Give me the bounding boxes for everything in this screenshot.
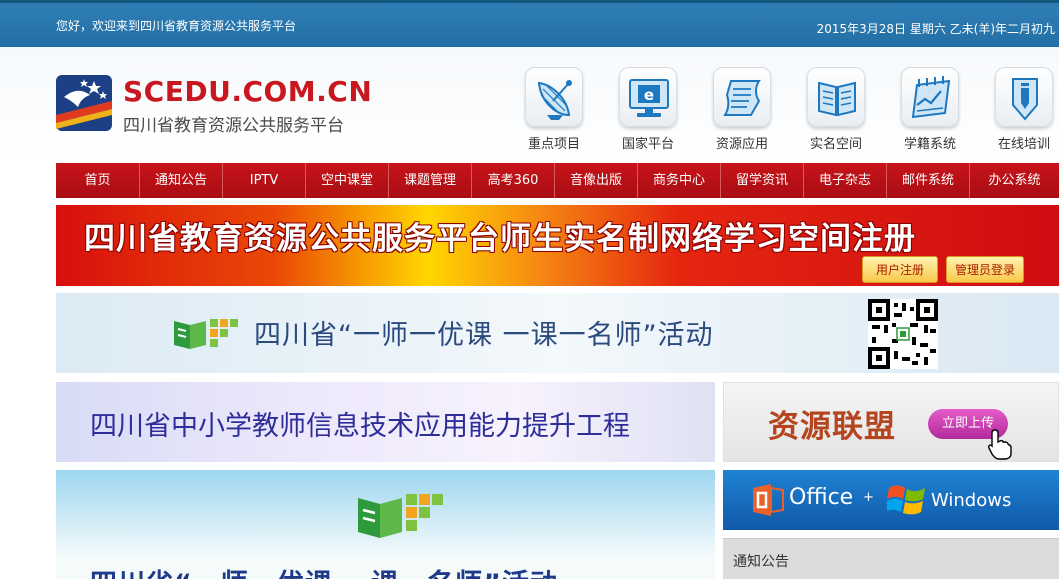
quick-link-online-training[interactable]: 在线培训	[993, 67, 1055, 152]
windows-logo-icon	[887, 485, 925, 515]
nav-item-air-classroom[interactable]: 空中课堂	[306, 163, 389, 198]
notice-panel-title[interactable]: 通知公告	[733, 551, 789, 571]
quick-link-label: 重点项目	[527, 137, 580, 152]
welcome-text: 您好，欢迎来到四川省教育资源公共服务平台	[56, 19, 297, 33]
quick-link-label: 资源应用	[715, 137, 768, 152]
pencil-shield-icon	[995, 67, 1053, 127]
quick-link-label: 在线培训	[997, 137, 1050, 152]
quick-link-label: 国家平台	[621, 137, 674, 152]
top-bar: 您好，欢迎来到四川省教育资源公共服务平台 2015年3月28日 星期六 乙未(羊…	[0, 0, 1059, 47]
office-logo-icon	[753, 484, 784, 516]
one-teacher-one-lesson-title: 四川省“一师一优课 一课一名师”活动	[254, 320, 714, 351]
teacher-it-capability-banner[interactable]: 四川省中小学教师信息技术应用能力提升工程	[56, 382, 715, 462]
one-teacher-one-lesson-large-banner[interactable]: 四川省“一师一优课 一课一名师”活动	[56, 470, 715, 579]
nav-item-study-abroad[interactable]: 留学资讯	[721, 163, 804, 198]
svg-text:e: e	[644, 86, 654, 104]
nav-item-project-mgmt[interactable]: 课题管理	[389, 163, 472, 198]
nav-item-e-magazine[interactable]: 电子杂志	[804, 163, 887, 198]
windows-label: Windows	[931, 490, 1012, 511]
nav-item-home[interactable]: 首页	[56, 163, 140, 198]
resource-alliance-title: 资源联盟	[768, 409, 896, 445]
calendar-chart-icon	[901, 67, 959, 127]
main-nav: 首页 通知公告 IPTV 空中课堂 课题管理 高考360 音像出版 商务中心 留…	[56, 163, 1059, 198]
site-logo-title[interactable]: SCEDU.COM.CN	[123, 75, 372, 108]
nav-item-notices[interactable]: 通知公告	[140, 163, 223, 198]
teacher-it-capability-title: 四川省中小学教师信息技术应用能力提升工程	[90, 411, 630, 442]
scroll-document-icon	[713, 67, 771, 127]
notice-panel: 通知公告	[723, 538, 1059, 579]
quick-link-national-platform[interactable]: e 国家平台	[617, 67, 679, 152]
quick-link-key-projects[interactable]: 重点项目	[523, 67, 585, 152]
user-register-button[interactable]: 用户注册	[862, 256, 938, 283]
date-text: 2015年3月28日 星期六 乙未(羊)年二月初九	[816, 22, 1055, 36]
activity-logo-icon	[174, 319, 238, 349]
qr-code-icon	[868, 299, 938, 369]
nav-item-business[interactable]: 商务中心	[638, 163, 721, 198]
activity-logo-large-icon	[358, 494, 443, 538]
resource-alliance-panel[interactable]: 资源联盟 立即上传	[723, 382, 1059, 462]
admin-login-button[interactable]: 管理员登录	[946, 256, 1024, 283]
registration-banner-title: 四川省教育资源公共服务平台师生实名制网络学习空间注册	[84, 221, 916, 257]
quick-link-resource-apps[interactable]: 资源应用	[711, 67, 773, 152]
one-teacher-one-lesson-banner[interactable]: 四川省“一师一优课 一课一名师”活动	[56, 293, 1059, 373]
site-logo-subtitle: 四川省教育资源公共服务平台	[123, 116, 344, 136]
registration-banner[interactable]: 四川省教育资源公共服务平台师生实名制网络学习空间注册 用户注册 管理员登录	[56, 205, 1059, 286]
nav-item-iptv[interactable]: IPTV	[223, 163, 306, 198]
one-teacher-one-lesson-large-title: 四川省“一师一优课 一课一名师”活动	[90, 562, 558, 579]
nav-item-office[interactable]: 办公系统	[970, 163, 1059, 198]
hand-cursor-icon	[988, 429, 1012, 460]
nav-item-gaokao-360[interactable]: 高考360	[472, 163, 555, 198]
satellite-dish-icon	[525, 67, 583, 127]
quick-link-real-name-space[interactable]: 实名空间	[805, 67, 867, 152]
quick-link-student-records[interactable]: 学籍系统	[899, 67, 961, 152]
plus-sign: +	[863, 490, 874, 505]
nav-item-av-publishing[interactable]: 音像出版	[555, 163, 638, 198]
site-header: SCEDU.COM.CN 四川省教育资源公共服务平台 重点项目 e 国家平台 资…	[0, 47, 1059, 163]
quick-link-label: 学籍系统	[903, 137, 956, 152]
computer-monitor-icon: e	[619, 67, 677, 127]
office-label: Office	[789, 485, 854, 510]
office-windows-banner[interactable]: Office + Windows	[723, 470, 1059, 530]
quick-link-label: 实名空间	[809, 137, 862, 152]
site-logo-icon[interactable]	[56, 75, 112, 131]
open-book-icon	[807, 67, 865, 127]
nav-item-mail[interactable]: 邮件系统	[887, 163, 970, 198]
